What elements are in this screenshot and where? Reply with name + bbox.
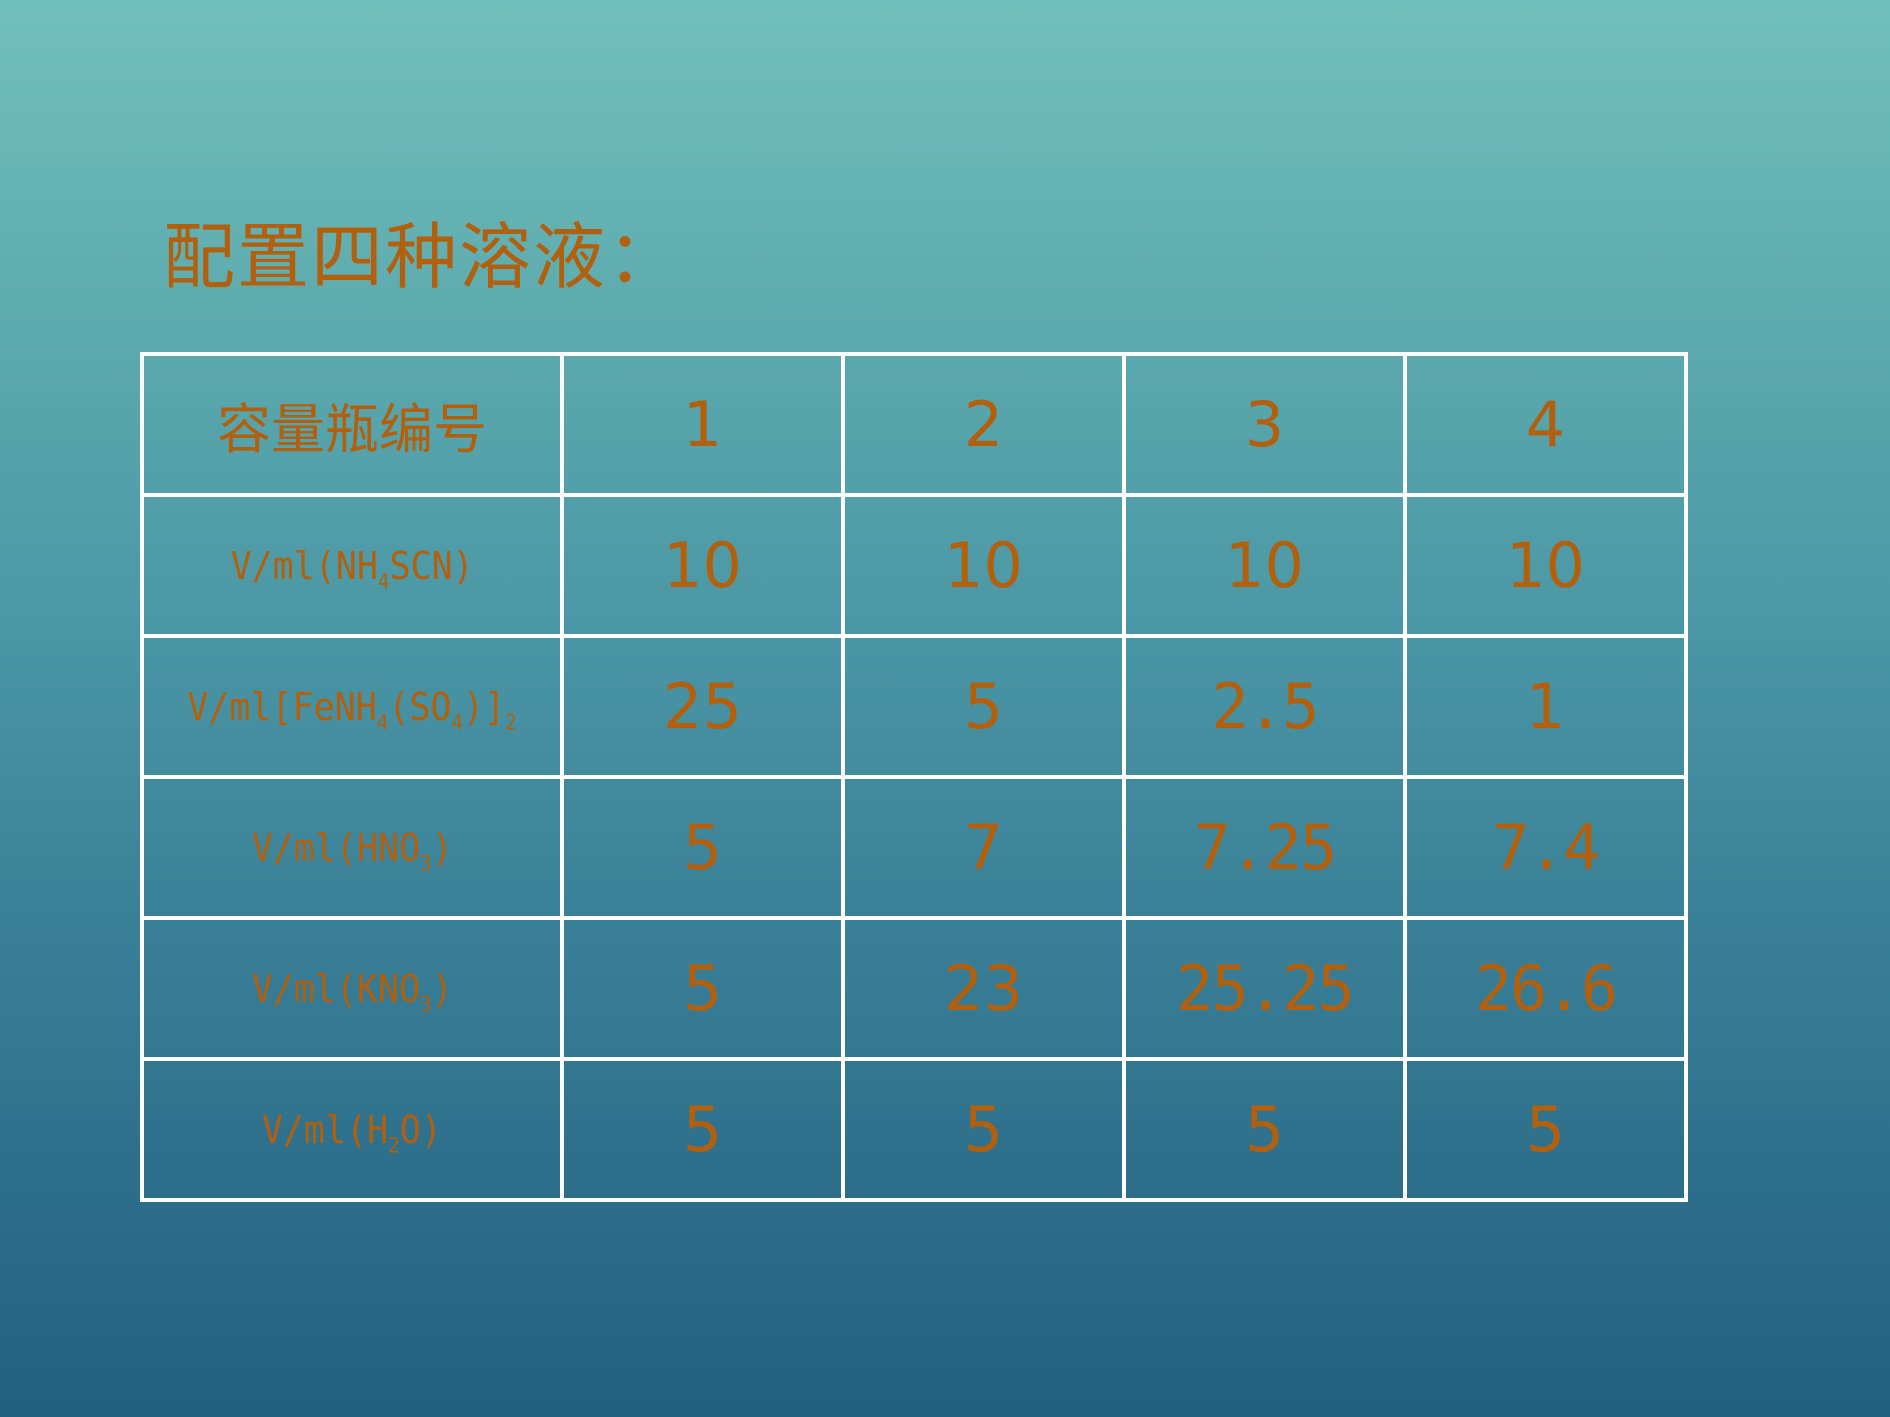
table-cell: 10	[560, 493, 845, 638]
row-label-cell: V/ml(HNO3)	[140, 775, 564, 920]
header-col-3: 3	[1122, 352, 1407, 497]
header-col-1: 1	[560, 352, 845, 497]
table-row-hno3: V/ml(HNO3) 5 7 7.25 7.4	[140, 775, 1688, 920]
row-label: V/ml(HNO3)	[251, 825, 453, 875]
table-cell: 5	[560, 775, 845, 920]
row-label-cell: V/ml(H2O)	[140, 1057, 564, 1202]
column-number: 1	[682, 388, 723, 461]
table-cell: 2.5	[1122, 634, 1407, 779]
table-cell: 10	[1122, 493, 1407, 638]
table-cell: 25	[560, 634, 845, 779]
table-cell: 5	[1122, 1057, 1407, 1202]
table-cell: 25.25	[1122, 916, 1407, 1061]
table-cell: 7.25	[1122, 775, 1407, 920]
header-label-cell: 容量瓶编号	[140, 352, 564, 497]
slide-title: 配置四种溶液：	[163, 215, 682, 299]
column-number: 4	[1525, 388, 1566, 461]
table-row-kno3: V/ml(KNO3) 5 23 25.25 26.6	[140, 916, 1688, 1061]
row-label-cell: V/ml(KNO3)	[140, 916, 564, 1061]
header-col-2: 2	[841, 352, 1126, 497]
table-cell: 5	[560, 1057, 845, 1202]
table-row-nh4scn: V/ml(NH4SCN) 10 10 10 10	[140, 493, 1688, 638]
table-cell: 1	[1403, 634, 1688, 779]
table-cell: 5	[1403, 1057, 1688, 1202]
table-cell: 5	[560, 916, 845, 1061]
table-cell: 10	[841, 493, 1126, 638]
row-label-cell: V/ml[FeNH4(SO4)]2	[140, 634, 564, 779]
header-col-4: 4	[1403, 352, 1688, 497]
column-number: 3	[1244, 388, 1285, 461]
solution-table: 容量瓶编号 1 2 3 4 V/ml(NH4SCN) 10 10 10 10 V…	[140, 352, 1688, 1202]
table-cell: 10	[1403, 493, 1688, 638]
header-label: 容量瓶编号	[217, 398, 487, 461]
table-row-h2o: V/ml(H2O) 5 5 5 5	[140, 1057, 1688, 1202]
table-cell: 5	[841, 634, 1126, 779]
row-label-cell: V/ml(NH4SCN)	[140, 493, 564, 638]
row-label: V/ml(NH4SCN)	[230, 543, 474, 593]
table-cell: 7	[841, 775, 1126, 920]
row-label: V/ml(H2O)	[262, 1107, 442, 1157]
row-label: V/ml[FeNH4(SO4)]2	[187, 684, 517, 734]
header-row: 容量瓶编号 1 2 3 4	[140, 352, 1688, 497]
table-cell: 26.6	[1403, 916, 1688, 1061]
column-number: 2	[963, 388, 1004, 461]
table-cell: 5	[841, 1057, 1126, 1202]
table-row-fenh4so4: V/ml[FeNH4(SO4)]2 25 5 2.5 1	[140, 634, 1688, 779]
table-cell: 7.4	[1403, 775, 1688, 920]
row-label: V/ml(KNO3)	[251, 966, 453, 1016]
table-cell: 23	[841, 916, 1126, 1061]
